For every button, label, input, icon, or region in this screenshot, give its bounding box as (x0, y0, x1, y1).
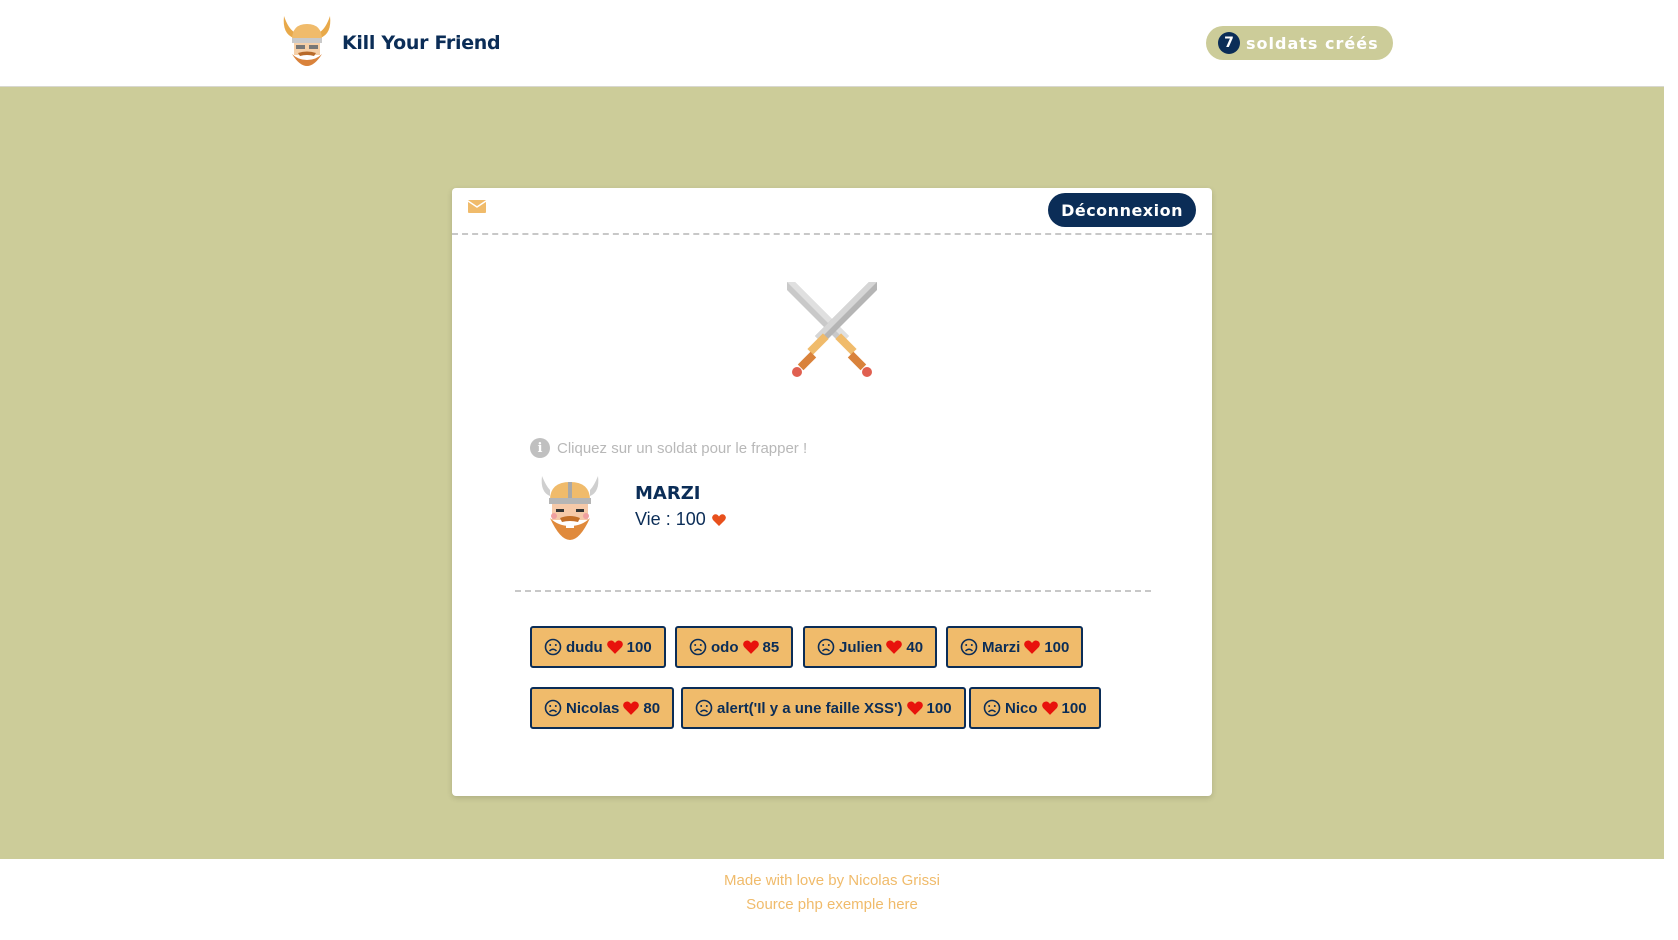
soldier-life: 100 (926, 699, 952, 717)
soldier-count-badge: 7 soldats créés (1206, 26, 1393, 60)
frown-face-icon (544, 699, 562, 717)
soldier-button[interactable]: Nicolas 80 (530, 687, 675, 729)
card-toolbar: Déconnexion (452, 188, 1212, 235)
hint-message: i Cliquez sur un soldat pour le frapper … (530, 438, 807, 458)
heart-icon (742, 640, 759, 654)
viking-avatar-icon (541, 476, 599, 540)
viking-logo-icon (283, 16, 331, 66)
frown-face-icon (544, 638, 562, 656)
soldier-life: 100 (1061, 699, 1087, 717)
soldier-name: Nicolas (566, 699, 620, 717)
frown-face-icon (960, 638, 978, 656)
heart-icon (906, 701, 923, 715)
soldier-button[interactable]: Nico 100 (969, 687, 1101, 729)
game-card: Déconnexion i Cliquez sur un soldat pour… (452, 188, 1212, 796)
soldier-life: 80 (643, 699, 661, 717)
soldier-button[interactable]: Marzi 100 (946, 626, 1084, 668)
heart-icon (886, 640, 903, 654)
crossed-swords-icon (787, 282, 877, 377)
player-life-label: Vie : 100 (635, 509, 706, 529)
player-life: Vie : 100 (635, 509, 726, 530)
heart-icon (606, 640, 623, 654)
soldier-life: 100 (1044, 638, 1070, 656)
soldier-count-label: soldats créés (1246, 33, 1379, 53)
soldier-life: 85 (762, 638, 780, 656)
soldier-name: Julien (839, 638, 883, 656)
section-divider (515, 590, 1151, 592)
brand-name: Kill Your Friend (342, 32, 501, 54)
scrollbar[interactable] (1664, 0, 1678, 940)
soldier-name: Marzi (982, 638, 1021, 656)
soldier-name: alert('Il y a une faille XSS') (717, 699, 903, 717)
logout-button[interactable]: Déconnexion (1048, 193, 1196, 227)
hint-text: Cliquez sur un soldat pour le frapper ! (557, 439, 808, 457)
soldier-button[interactable]: dudu 100 (530, 626, 666, 668)
frown-face-icon (695, 699, 713, 717)
footer-source-link[interactable]: Source php exemple here (0, 893, 1664, 917)
soldier-count-number: 7 (1218, 32, 1240, 54)
soldier-button[interactable]: odo 85 (675, 626, 794, 668)
soldier-button[interactable]: Julien 40 (803, 626, 938, 668)
top-navbar: Kill Your Friend 7 soldats créés (0, 0, 1664, 87)
heart-icon (623, 701, 640, 715)
frown-face-icon (689, 638, 707, 656)
soldier-name: dudu (566, 638, 603, 656)
soldier-name: Nico (1005, 699, 1038, 717)
soldier-life: 40 (906, 638, 924, 656)
frown-face-icon (817, 638, 835, 656)
frown-face-icon (983, 699, 1001, 717)
mail-icon[interactable] (468, 200, 486, 213)
brand[interactable]: Kill Your Friend (280, 12, 501, 74)
heart-icon (1041, 701, 1058, 715)
footer: Made with love by Nicolas Grissi Source … (0, 859, 1664, 940)
footer-credit: Made with love by Nicolas Grissi (724, 872, 940, 889)
soldier-life: 100 (626, 638, 652, 656)
soldier-button[interactable]: alert('Il y a une faille XSS') 100 (681, 687, 966, 729)
info-icon: i (530, 438, 550, 458)
heart-icon (711, 513, 726, 526)
player-name: MARZI (635, 483, 701, 504)
heart-icon (1024, 640, 1041, 654)
soldier-name: odo (711, 638, 739, 656)
